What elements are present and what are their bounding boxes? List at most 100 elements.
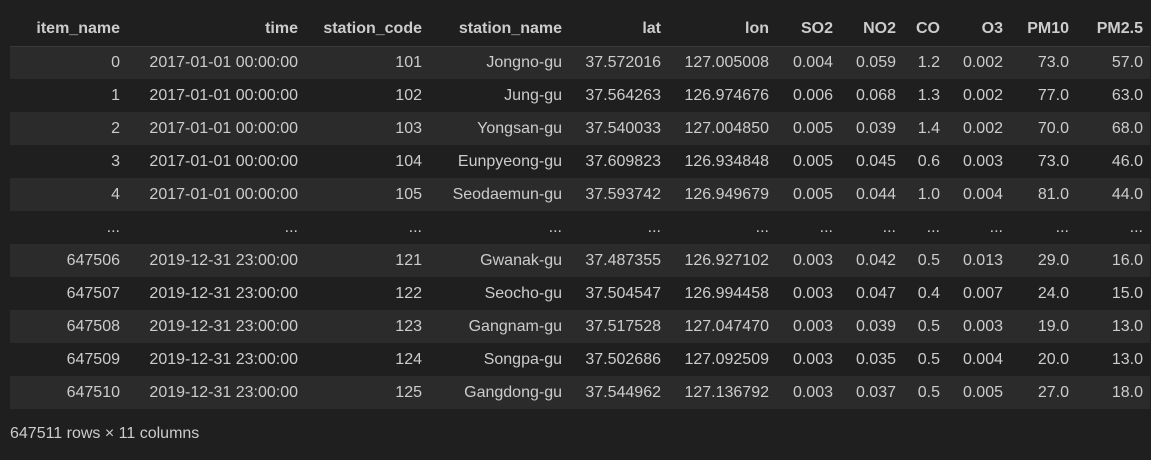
table-cell: Eunpyeong-gu bbox=[457, 152, 562, 170]
table-cell: 2017-01-01 00:00:00 bbox=[149, 185, 298, 203]
table-cell: 0.003 bbox=[792, 251, 833, 269]
row-index-cell: 647507 bbox=[66, 284, 120, 302]
table-cell: ... bbox=[284, 218, 298, 236]
table-cell: 2017-01-01 00:00:00 bbox=[149, 119, 298, 137]
table-cell: 0.003 bbox=[792, 350, 833, 368]
dataframe-output: item_name time station_code station_name lat… bbox=[0, 0, 1151, 460]
table-cell: 37.487355 bbox=[585, 251, 661, 269]
table-cell: 37.540033 bbox=[585, 119, 661, 137]
table-cell: 0.5 bbox=[917, 383, 940, 401]
table-cell: 1.2 bbox=[917, 53, 940, 71]
table-cell: Gangnam-gu bbox=[468, 317, 562, 335]
table-cell: 127.136792 bbox=[684, 383, 769, 401]
table-row: 1 2017-01-01 00:00:00 102 Jung-gu 37.564263 1… bbox=[10, 79, 1150, 112]
table-cell: 0.002 bbox=[962, 86, 1003, 104]
table-cell: Jongno-gu bbox=[486, 53, 562, 71]
column-header: lon bbox=[668, 12, 776, 47]
table-cell: ... bbox=[647, 218, 661, 236]
table-cell: 0.005 bbox=[792, 152, 833, 170]
table-cell: 0.037 bbox=[855, 383, 896, 401]
column-header: O3 bbox=[947, 12, 1010, 47]
table-cell: 13.0 bbox=[1111, 350, 1143, 368]
table-cell: 37.609823 bbox=[585, 152, 661, 170]
column-header: PM2.5 bbox=[1076, 12, 1150, 47]
table-cell: 15.0 bbox=[1111, 284, 1143, 302]
table-row: .................................... bbox=[10, 211, 1150, 244]
table-cell: 0.003 bbox=[962, 317, 1003, 335]
table-cell: 103 bbox=[395, 119, 422, 137]
table-cell: 2017-01-01 00:00:00 bbox=[149, 152, 298, 170]
table-cell: 2017-01-01 00:00:00 bbox=[149, 53, 298, 71]
row-index-cell: 647508 bbox=[66, 317, 120, 335]
table-row: 2 2017-01-01 00:00:00 103 Yongsan-gu 37.5400… bbox=[10, 112, 1150, 145]
table-cell: 0.059 bbox=[855, 53, 896, 71]
table-cell: ... bbox=[1055, 218, 1069, 236]
table-cell: 121 bbox=[395, 251, 422, 269]
table-cell: 81.0 bbox=[1037, 185, 1069, 203]
table-cell: 1.0 bbox=[917, 185, 940, 203]
table-cell: 46.0 bbox=[1111, 152, 1143, 170]
row-index-cell: 1 bbox=[111, 86, 120, 104]
table-cell: 0.044 bbox=[855, 185, 896, 203]
table-cell: 125 bbox=[395, 383, 422, 401]
table-cell: 44.0 bbox=[1111, 185, 1143, 203]
table-cell: 0.039 bbox=[855, 119, 896, 137]
table-cell: 37.504547 bbox=[585, 284, 661, 302]
table-cell: 0.004 bbox=[792, 53, 833, 71]
table-cell: 101 bbox=[395, 53, 422, 71]
table-cell: 0.013 bbox=[962, 251, 1003, 269]
table-cell: 0.005 bbox=[792, 119, 833, 137]
table-cell: 1.4 bbox=[917, 119, 940, 137]
table-cell: 77.0 bbox=[1037, 86, 1069, 104]
table-cell: 0.002 bbox=[962, 53, 1003, 71]
table-cell: 20.0 bbox=[1037, 350, 1069, 368]
table-cell: 0.6 bbox=[917, 152, 940, 170]
table-body: 0 2017-01-01 00:00:00 101 Jongno-gu 37.57201… bbox=[10, 46, 1150, 409]
table-cell: 0.005 bbox=[962, 383, 1003, 401]
table-cell: 37.593742 bbox=[585, 185, 661, 203]
table-cell: Seocho-gu bbox=[484, 284, 562, 302]
column-header: station_code bbox=[305, 12, 429, 47]
table-cell: 29.0 bbox=[1037, 251, 1069, 269]
table-cell: Yongsan-gu bbox=[477, 119, 562, 137]
table-cell: 126.927102 bbox=[684, 251, 769, 269]
table-cell: 0.003 bbox=[792, 317, 833, 335]
table-cell: 105 bbox=[395, 185, 422, 203]
table-cell: 0.4 bbox=[917, 284, 940, 302]
table-cell: 126.934848 bbox=[684, 152, 769, 170]
table-cell: 124 bbox=[395, 350, 422, 368]
table-cell: 37.572016 bbox=[585, 53, 661, 71]
table-header: item_name time station_code station_name lat… bbox=[10, 12, 1150, 47]
table-cell: 0.003 bbox=[962, 152, 1003, 170]
table-cell: ... bbox=[882, 218, 896, 236]
table-cell: 2017-01-01 00:00:00 bbox=[149, 86, 298, 104]
table-cell: 2019-12-31 23:00:00 bbox=[149, 383, 298, 401]
column-header: PM10 bbox=[1010, 12, 1076, 47]
table-row: 647510 2019-12-31 23:00:00 125 Gangdong-gu 3… bbox=[10, 376, 1150, 409]
table-cell: 0.004 bbox=[962, 185, 1003, 203]
table-cell: ... bbox=[1129, 218, 1143, 236]
table-cell: 2019-12-31 23:00:00 bbox=[149, 350, 298, 368]
table-cell: 123 bbox=[395, 317, 422, 335]
table-cell: 27.0 bbox=[1037, 383, 1069, 401]
row-index-cell: 0 bbox=[111, 53, 120, 71]
table-cell: 127.004850 bbox=[684, 119, 769, 137]
table-cell: 37.564263 bbox=[585, 86, 661, 104]
table-cell: ... bbox=[989, 218, 1003, 236]
table-cell: 2019-12-31 23:00:00 bbox=[149, 284, 298, 302]
table-cell: 0.003 bbox=[792, 383, 833, 401]
column-header: CO bbox=[903, 12, 947, 47]
table-cell: 0.003 bbox=[792, 284, 833, 302]
row-index-cell: 647506 bbox=[66, 251, 120, 269]
table-cell: 104 bbox=[395, 152, 422, 170]
table-cell: 0.045 bbox=[855, 152, 896, 170]
table-cell: 37.517528 bbox=[585, 317, 661, 335]
table-row: 647507 2019-12-31 23:00:00 122 Seocho-gu 37.… bbox=[10, 277, 1150, 310]
table-cell: 18.0 bbox=[1111, 383, 1143, 401]
table-cell: 126.994458 bbox=[684, 284, 769, 302]
table-cell: 0.007 bbox=[962, 284, 1003, 302]
table-cell: 127.092509 bbox=[684, 350, 769, 368]
table-row: 647509 2019-12-31 23:00:00 124 Songpa-gu 37.… bbox=[10, 343, 1150, 376]
row-index-cell: 647510 bbox=[66, 383, 120, 401]
table-cell: 0.004 bbox=[962, 350, 1003, 368]
